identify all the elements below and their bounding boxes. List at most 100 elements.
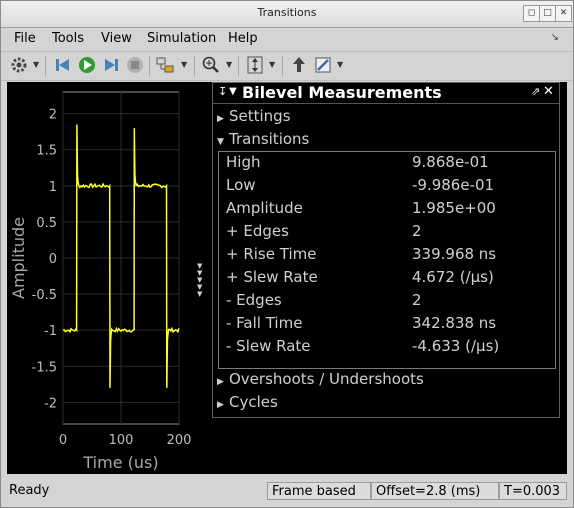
transitions-table: High 9.868e-01 Low -9.986e-01 Amplitude 1.9… [218, 151, 556, 369]
measurement-value: -9.986e-01 [412, 176, 495, 194]
collapse-arrow-icon: ▼ [217, 137, 224, 147]
y-tick-label: 1.5 [36, 144, 57, 159]
signal-dropdown-icon[interactable]: ▼ [181, 60, 187, 69]
menu-bar: File Tools View Simulation Help ↘ [1, 28, 573, 50]
section-cycles-label: Cycles [229, 393, 278, 411]
menu-undock-icon[interactable]: ↘ [551, 32, 559, 43]
y-tick-label: 1 [49, 180, 57, 195]
bilevel-measurements-panel: ↧ ▼ Bilevel Measurements ⇗ ✕ ▶ Settings ▼… [212, 82, 560, 418]
toolbar: ▼ ▼ ▼ ▼ ▼ [1, 51, 573, 81]
measurement-row: - Fall Time 342.838 ns [226, 314, 546, 336]
style-pencil-icon[interactable] [313, 55, 333, 75]
toolbar-separator [149, 56, 150, 76]
menu-simulation[interactable]: Simulation [147, 31, 216, 46]
scale-dropdown-icon[interactable]: ▼ [269, 60, 275, 69]
measurement-label: - Fall Time [226, 314, 303, 332]
expand-arrow-icon: ▶ [217, 377, 224, 387]
status-ready: Ready [9, 483, 50, 498]
panel-undock-icon[interactable]: ⇗ [531, 85, 540, 98]
status-time: T=0.003 [499, 482, 567, 500]
measurement-value: 4.672 (/µs) [412, 268, 494, 286]
section-transitions-label: Transitions [229, 130, 310, 148]
measurement-row: + Edges 2 [226, 222, 546, 244]
y-tick-label: 0 [49, 252, 57, 267]
measurement-value: 2 [412, 291, 422, 309]
measurement-value: 9.868e-01 [412, 153, 489, 171]
y-axis-label: Amplitude [9, 217, 28, 299]
measurement-row: - Edges 2 [226, 291, 546, 313]
menu-help[interactable]: Help [228, 31, 258, 46]
zoom-dropdown-icon[interactable]: ▼ [226, 60, 232, 69]
x-axis-label: Time (us) [82, 453, 158, 472]
gear-icon[interactable] [9, 55, 29, 75]
measurement-value: -4.633 (/µs) [412, 337, 500, 355]
y-tick-label: 2 [49, 108, 57, 123]
maximize-button[interactable]: □ [539, 5, 556, 22]
signal-select-icon[interactable] [155, 55, 175, 75]
scale-axes-icon[interactable] [245, 55, 265, 75]
y-tick-label: 0.5 [36, 216, 57, 231]
menu-file[interactable]: File [14, 31, 36, 46]
measurement-label: - Edges [226, 291, 282, 309]
toolbar-separator [238, 56, 239, 76]
menu-tools[interactable]: Tools [52, 31, 84, 46]
panel-collapse-icon[interactable]: ▼ [229, 86, 237, 97]
expand-arrow-icon: ▶ [217, 114, 224, 124]
run-icon[interactable] [77, 55, 97, 75]
title-bar: Transitions ◻ □ ✕ [1, 1, 573, 28]
section-settings[interactable]: ▶ Settings [217, 107, 291, 125]
x-tick-label: 200 [167, 433, 192, 448]
section-overshoots-label: Overshoots / Undershoots [229, 370, 424, 388]
minimize-button[interactable]: ◻ [523, 5, 540, 22]
y-tick-labels: 2 1.5 1 0.5 0 -0.5 -1 -1.5 -2 [32, 108, 57, 412]
measurement-label: + Rise Time [226, 245, 317, 263]
style-dropdown-icon[interactable]: ▼ [337, 60, 343, 69]
status-offset: Offset=2.8 (ms) [371, 482, 499, 500]
measurement-label: - Slew Rate [226, 337, 311, 355]
stop-icon[interactable] [125, 55, 145, 75]
measurement-row: Low -9.986e-01 [226, 176, 546, 198]
measurement-label: Amplitude [226, 199, 303, 217]
toolbar-separator [282, 56, 283, 76]
status-bar: Ready Frame based Offset=2.8 (ms) T=0.00… [1, 480, 573, 502]
toolbar-separator [45, 56, 46, 76]
measurement-value: 1.985e+00 [412, 199, 496, 217]
highlight-block-icon[interactable] [289, 55, 309, 75]
panel-close-icon[interactable]: ✕ [543, 84, 554, 99]
measurement-value: 342.838 ns [412, 314, 497, 332]
step-back-icon[interactable] [53, 55, 73, 75]
gear-dropdown-icon[interactable]: ▼ [33, 60, 39, 69]
section-cycles[interactable]: ▶ Cycles [217, 393, 278, 411]
panel-resize-arrows-icon[interactable]: ▼ ▼ ▼ ▼ ▼ [197, 262, 203, 298]
x-tick-labels: 0 100 200 [59, 433, 192, 448]
zoom-icon[interactable] [201, 55, 221, 75]
panel-header: ↧ ▼ Bilevel Measurements ⇗ ✕ [213, 83, 559, 104]
measurement-value: 2 [412, 222, 422, 240]
toolbar-separator [194, 56, 195, 76]
measurement-row: Amplitude 1.985e+00 [226, 199, 546, 221]
y-tick-label: -1 [44, 324, 57, 339]
panel-pin-icon[interactable]: ↧ [218, 85, 227, 98]
section-settings-label: Settings [229, 107, 291, 125]
svg-text:▼: ▼ [197, 290, 203, 298]
window-title: Transitions [257, 6, 317, 19]
measurement-label: + Slew Rate [226, 268, 318, 286]
step-forward-icon[interactable] [101, 55, 121, 75]
status-frame-mode: Frame based [267, 482, 371, 500]
measurement-row: High 9.868e-01 [226, 153, 546, 175]
close-button[interactable]: ✕ [555, 5, 572, 22]
measurement-label: High [226, 153, 261, 171]
panel-title: Bilevel Measurements [242, 83, 442, 102]
measurement-label: Low [226, 176, 256, 194]
x-tick-label: 100 [109, 433, 134, 448]
measurement-row: + Slew Rate 4.672 (/µs) [226, 268, 546, 290]
measurement-label: + Edges [226, 222, 289, 240]
section-overshoots[interactable]: ▶ Overshoots / Undershoots [217, 370, 424, 388]
y-tick-label: -1.5 [32, 360, 57, 375]
x-tick-label: 0 [59, 433, 67, 448]
section-transitions[interactable]: ▼ Transitions [217, 130, 309, 148]
measurement-value: 339.968 ns [412, 245, 497, 263]
measurement-row: - Slew Rate -4.633 (/µs) [226, 337, 546, 359]
scope-window: Transitions ◻ □ ✕ File Tools View Simula… [0, 0, 574, 508]
menu-view[interactable]: View [101, 31, 132, 46]
